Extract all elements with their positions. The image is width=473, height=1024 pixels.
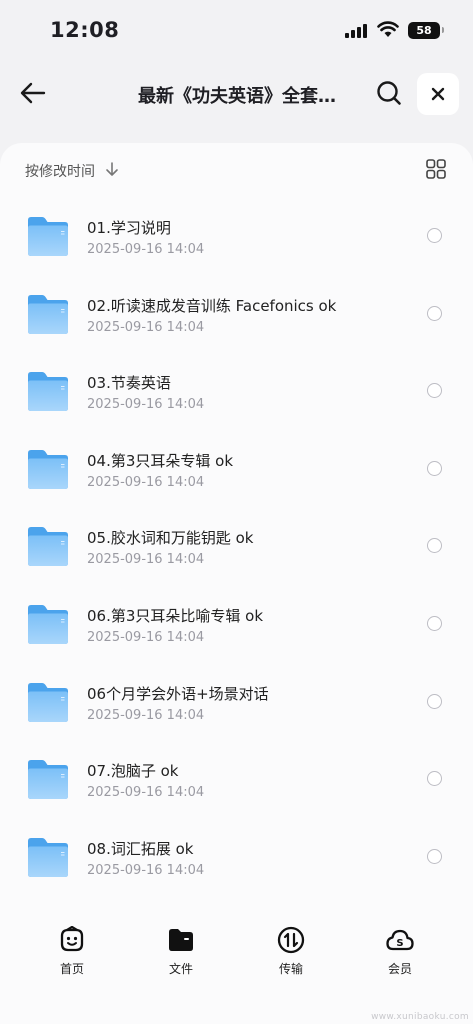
file-date: 2025-09-16 14:04	[87, 629, 205, 645]
file-row[interactable]: 07.泡脑子 ok 2025-09-16 14:04	[0, 738, 473, 816]
wifi-icon	[377, 21, 399, 37]
folder-icon	[28, 760, 68, 800]
status-bar: 12:08 58	[0, 0, 473, 58]
tab-label: 传输	[278, 962, 303, 976]
file-panel: 按修改时间 01.学习说明 2025-09-16 14:04 02.听读速成发音…	[0, 143, 473, 1024]
file-name: 01.学习说明	[87, 219, 171, 237]
folder-icon	[28, 449, 68, 489]
select-checkbox[interactable]	[427, 228, 442, 243]
file-name: 04.第3只耳朵专辑 ok	[87, 451, 234, 470]
folder-icon	[28, 682, 68, 722]
file-row[interactable]: 06.第3只耳朵比喻专辑 ok 2025-09-16 14:04	[0, 583, 473, 661]
file-date: 2025-09-16 14:04	[87, 319, 205, 335]
folder-icon	[28, 372, 68, 412]
select-checkbox[interactable]	[427, 538, 442, 554]
select-checkbox[interactable]	[427, 460, 442, 476]
file-date: 2025-09-16 14:04	[87, 707, 205, 723]
bottom-tab-bar: 首页 文件 传输 S 会员 www.xunibaoku.com	[0, 912, 473, 1024]
watermark: www.xunibaoku.com	[371, 1012, 469, 1022]
tab-label: 首页	[59, 962, 84, 976]
tab-label: 文件	[168, 962, 193, 976]
sort-bar: 按修改时间	[0, 143, 473, 195]
file-date: 2025-09-16 14:04	[87, 862, 205, 878]
sort-down-arrow-icon[interactable]	[104, 161, 120, 177]
file-row[interactable]: 08.词汇拓展 ok 2025-09-16 14:04	[0, 816, 473, 894]
file-row[interactable]: 04.第3只耳朵专辑 ok 2025-09-16 14:04	[0, 428, 473, 506]
file-name: 06.第3只耳朵比喻专辑 ok	[87, 606, 264, 625]
file-date: 2025-09-16 14:04	[87, 242, 205, 257]
file-name: 05.胶水词和万能钥匙 ok	[87, 529, 254, 548]
file-name: 08.词汇拓展 ok	[87, 839, 194, 858]
file-list: 01.学习说明 2025-09-16 14:04 02.听读速成发音训练 Fac…	[0, 195, 473, 893]
grid-view-icon[interactable]	[424, 157, 448, 181]
folder-icon	[28, 604, 68, 644]
folder-icon	[28, 217, 68, 256]
select-checkbox[interactable]	[427, 848, 442, 864]
close-button[interactable]	[417, 73, 459, 115]
status-time: 12:08	[50, 18, 120, 42]
sort-by-modified-button[interactable]: 按修改时间	[25, 161, 95, 181]
select-checkbox[interactable]	[427, 615, 442, 631]
search-button[interactable]	[370, 74, 408, 112]
folder-icon	[28, 837, 68, 877]
vip-cloud-icon: S	[386, 929, 414, 951]
home-face-icon	[60, 926, 84, 952]
tab-label: 会员	[387, 962, 412, 976]
file-row[interactable]: 05.胶水词和万能钥匙 ok 2025-09-16 14:04	[0, 505, 473, 583]
file-date: 2025-09-16 14:04	[87, 785, 205, 801]
arrow-left-icon	[20, 82, 46, 104]
file-name: 06个月学会外语+场景对话	[87, 684, 269, 703]
file-row[interactable]: 03.节奏英语 2025-09-16 14:04	[0, 350, 473, 428]
file-name: 02.听读速成发音训练 Facefonics ok	[87, 296, 337, 315]
file-row[interactable]: 02.听读速成发音训练 Facefonics ok 2025-09-16 14:…	[0, 273, 473, 351]
file-row[interactable]: 01.学习说明 2025-09-16 14:04	[0, 195, 473, 273]
file-date: 2025-09-16 14:04	[87, 397, 205, 413]
select-checkbox[interactable]	[427, 693, 442, 709]
tab-vip[interactable]: S 会员	[360, 926, 440, 986]
search-icon	[377, 81, 401, 105]
svg-text:S: S	[396, 938, 403, 949]
tab-files[interactable]: 文件	[141, 926, 221, 986]
folder-icon	[28, 527, 68, 567]
select-checkbox[interactable]	[427, 771, 442, 787]
folder-filled-icon	[169, 929, 193, 951]
folder-icon	[28, 294, 68, 334]
tab-home[interactable]: 首页	[32, 926, 112, 986]
tab-transfer[interactable]: 传输	[251, 926, 331, 986]
transfer-icon	[277, 926, 305, 954]
cellular-signal-icon	[345, 24, 369, 38]
file-name: 03.节奏英语	[87, 374, 171, 393]
battery-indicator: 58	[408, 22, 444, 39]
file-name: 07.泡脑子 ok	[87, 762, 179, 781]
select-checkbox[interactable]	[427, 383, 442, 399]
back-button[interactable]	[14, 74, 52, 112]
header: 最新《功夫英语》全套…	[0, 58, 473, 138]
file-row[interactable]: 06个月学会外语+场景对话 2025-09-16 14:04	[0, 661, 473, 739]
page-title: 最新《功夫英语》全套…	[138, 86, 336, 107]
file-date: 2025-09-16 14:04	[87, 552, 205, 568]
select-checkbox[interactable]	[427, 305, 442, 321]
close-icon	[431, 87, 445, 101]
file-date: 2025-09-16 14:04	[87, 474, 205, 490]
